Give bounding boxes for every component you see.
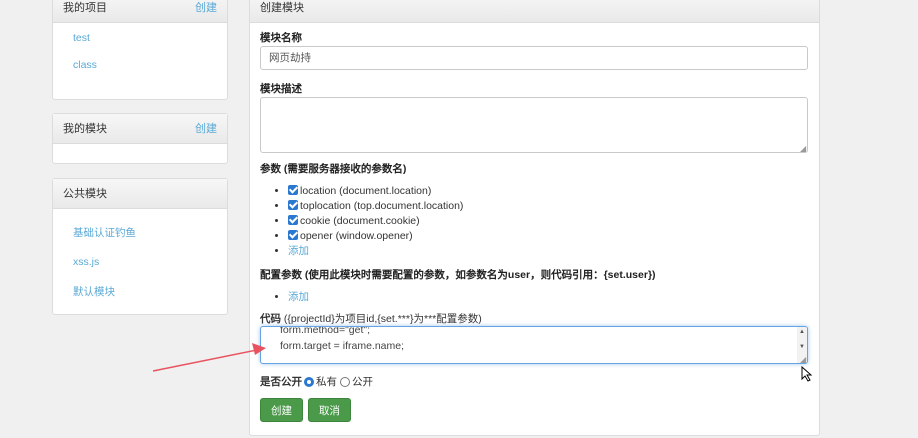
- public-option-label: 公开: [352, 376, 373, 388]
- cancel-button[interactable]: 取消: [308, 398, 351, 422]
- public-radio[interactable]: [340, 376, 350, 387]
- arrow-annotation: [152, 343, 266, 372]
- create-button[interactable]: 创建: [260, 398, 303, 422]
- private-radio[interactable]: [304, 376, 314, 387]
- visibility-row: 是否公开 私有 公开: [260, 374, 373, 389]
- private-option-label: 私有: [316, 376, 337, 388]
- visibility-label: 是否公开: [260, 376, 302, 388]
- mouse-cursor-icon: [801, 366, 813, 382]
